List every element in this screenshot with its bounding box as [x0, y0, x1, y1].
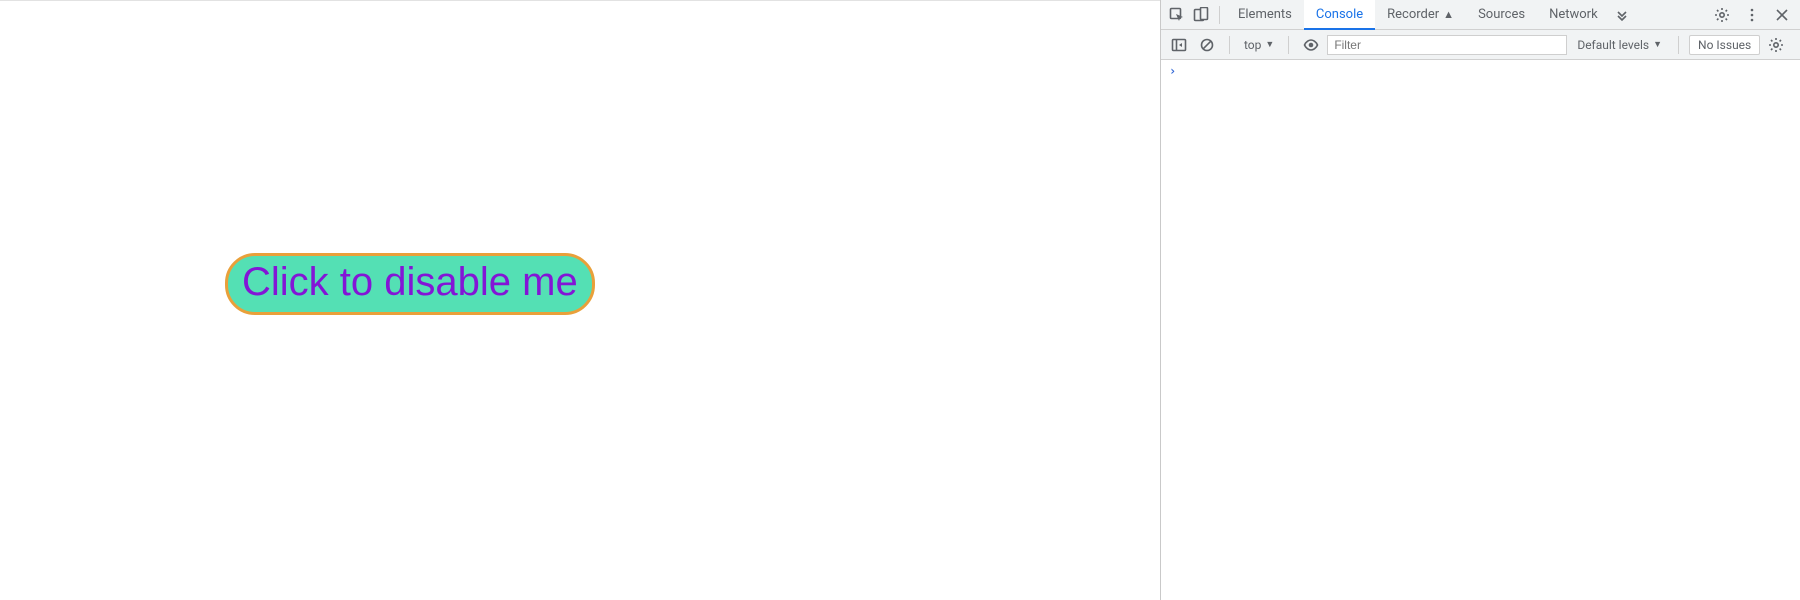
- console-filter-input[interactable]: [1327, 35, 1567, 55]
- console-settings-gear-icon[interactable]: [1764, 33, 1788, 57]
- tab-label: Network: [1549, 7, 1598, 22]
- tab-elements[interactable]: Elements: [1226, 0, 1304, 30]
- tab-network[interactable]: Network: [1537, 0, 1610, 30]
- flask-icon: ▲: [1443, 8, 1454, 21]
- clear-console-icon[interactable]: [1195, 33, 1219, 57]
- kebab-menu-icon[interactable]: [1740, 3, 1764, 27]
- log-levels-selector[interactable]: Default levels ▼: [1571, 38, 1668, 52]
- context-label: top: [1244, 38, 1261, 52]
- separator: [1288, 36, 1289, 54]
- devtools-tabbar: Elements Console Recorder ▲ Sources Netw…: [1161, 0, 1800, 30]
- toggle-sidebar-icon[interactable]: [1167, 33, 1191, 57]
- tab-label: Console: [1316, 7, 1363, 22]
- inspect-element-icon[interactable]: [1165, 3, 1189, 27]
- disable-me-button[interactable]: Click to disable me: [225, 253, 595, 315]
- issues-button[interactable]: No Issues: [1689, 35, 1760, 55]
- issues-label: No Issues: [1698, 38, 1751, 52]
- execution-context-selector[interactable]: top ▼: [1240, 38, 1278, 52]
- live-expression-eye-icon[interactable]: [1299, 33, 1323, 57]
- devtools-panel: Elements Console Recorder ▲ Sources Netw…: [1160, 0, 1800, 600]
- page-content: Click to disable me: [0, 0, 1160, 600]
- separator: [1229, 36, 1230, 54]
- tab-label: Recorder: [1387, 7, 1439, 22]
- separator: [1219, 6, 1220, 24]
- tab-label: Sources: [1478, 7, 1525, 22]
- settings-gear-icon[interactable]: [1710, 3, 1734, 27]
- tab-sources[interactable]: Sources: [1466, 0, 1537, 30]
- console-filter: [1327, 35, 1567, 55]
- tab-recorder[interactable]: Recorder ▲: [1375, 0, 1466, 30]
- close-devtools-icon[interactable]: [1770, 3, 1794, 27]
- more-tabs-icon[interactable]: [1610, 7, 1634, 23]
- levels-label: Default levels: [1577, 38, 1649, 52]
- separator: [1678, 36, 1679, 54]
- chevron-down-icon: ▼: [1265, 39, 1274, 50]
- chevron-down-icon: ▼: [1653, 39, 1662, 50]
- console-toolbar: top ▼ Default levels ▼ No Issues: [1161, 30, 1800, 60]
- console-prompt-caret: ›: [1169, 64, 1176, 78]
- tab-label: Elements: [1238, 7, 1292, 22]
- tab-console[interactable]: Console: [1304, 0, 1375, 30]
- console-output[interactable]: ›: [1161, 60, 1800, 600]
- device-toolbar-icon[interactable]: [1189, 3, 1213, 27]
